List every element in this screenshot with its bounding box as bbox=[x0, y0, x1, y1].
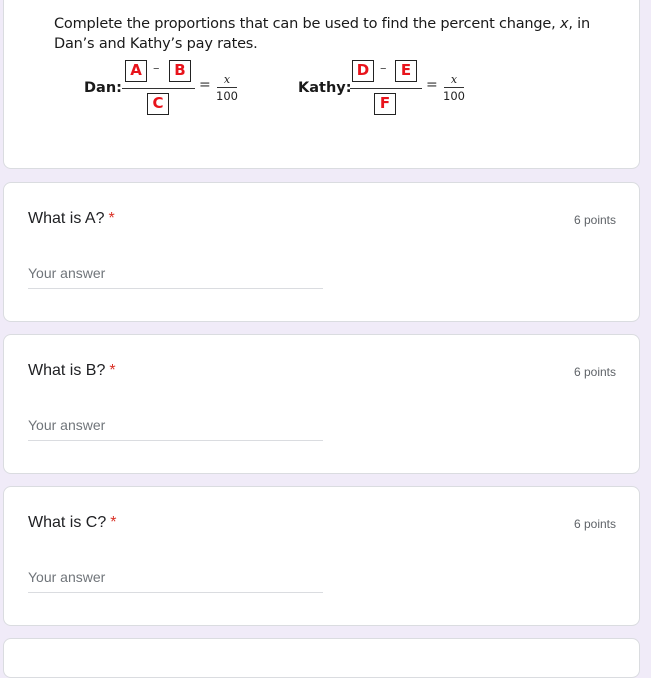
box-d: D bbox=[352, 60, 374, 82]
minus-sign: – bbox=[380, 61, 387, 76]
denominator-100: 100 bbox=[216, 89, 238, 103]
question-card-a: What is A? * 6 points bbox=[3, 182, 640, 322]
points-label: 6 points bbox=[573, 213, 616, 227]
image-card: Complete the proportions that can be use… bbox=[3, 0, 640, 169]
box-c: C bbox=[147, 93, 169, 115]
x-numerator: x bbox=[223, 73, 231, 86]
required-asterisk: * bbox=[110, 514, 117, 531]
box-e: E bbox=[395, 60, 417, 82]
fraction-bar bbox=[350, 88, 422, 89]
answer-input-c[interactable] bbox=[28, 562, 323, 593]
question-card-b: What is B? * 6 points bbox=[3, 334, 640, 474]
answer-input-b[interactable] bbox=[28, 410, 323, 441]
required-asterisk: * bbox=[109, 362, 116, 379]
equals-sign: = bbox=[199, 77, 211, 93]
box-f: F bbox=[374, 93, 396, 115]
question-title-text: What is C? bbox=[28, 514, 107, 531]
dan-label: Dan: bbox=[84, 80, 122, 96]
instructions-part: Complete the proportions that can be use… bbox=[54, 16, 560, 32]
required-asterisk: * bbox=[108, 210, 115, 227]
instructions-text: Complete the proportions that can be use… bbox=[54, 14, 614, 54]
answer-input-a[interactable] bbox=[28, 258, 323, 289]
minus-sign: – bbox=[153, 61, 160, 76]
fraction-bar bbox=[122, 88, 195, 89]
kathy-label: Kathy: bbox=[298, 80, 352, 96]
box-b: B bbox=[169, 60, 191, 82]
question-title-text: What is B? bbox=[28, 362, 106, 379]
question-title: What is C? * bbox=[28, 514, 116, 532]
next-question-card bbox=[3, 638, 640, 678]
denominator-100: 100 bbox=[443, 89, 465, 103]
question-title-text: What is A? bbox=[28, 210, 105, 227]
equals-sign: = bbox=[426, 77, 438, 93]
points-label: 6 points bbox=[573, 517, 616, 531]
x-fraction-bar bbox=[217, 87, 237, 88]
question-card-c: What is C? * 6 points bbox=[3, 486, 640, 626]
kathy-proportion: Kathy: D – E F = x 100 bbox=[298, 55, 478, 125]
points-label: 6 points bbox=[573, 365, 616, 379]
question-title: What is A? * bbox=[28, 210, 115, 228]
question-title: What is B? * bbox=[28, 362, 116, 380]
dan-proportion: Dan: A – B C = x 100 bbox=[84, 55, 254, 125]
x-fraction-bar bbox=[444, 87, 464, 88]
x-numerator: x bbox=[450, 73, 458, 86]
box-a: A bbox=[125, 60, 147, 82]
